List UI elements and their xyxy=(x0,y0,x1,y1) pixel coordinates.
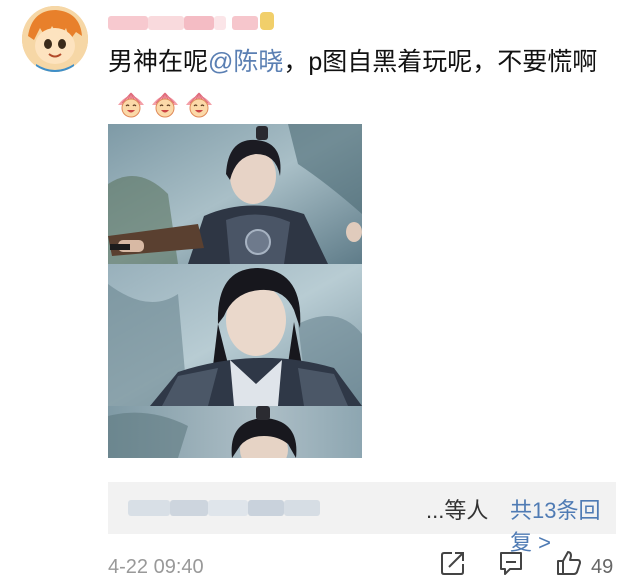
comment-timestamp: 4-22 09:40 xyxy=(108,556,204,578)
share-button[interactable] xyxy=(440,550,466,581)
laughing-fan-emoji xyxy=(118,92,144,118)
comment-button[interactable] xyxy=(498,550,524,581)
laughing-fan-emoji xyxy=(186,92,212,118)
photo-man-partial xyxy=(108,406,362,458)
avatar[interactable] xyxy=(22,6,88,72)
reply-summary[interactable]: ...等人 共13条回复 > xyxy=(108,482,616,555)
photo-man-armor-pointing xyxy=(108,124,362,264)
emoji-row xyxy=(116,83,218,123)
share-icon xyxy=(441,552,464,575)
cartoon-avatar-icon xyxy=(22,6,88,72)
mention-link[interactable]: @陈晓 xyxy=(208,48,283,76)
photo-collage[interactable] xyxy=(108,124,362,458)
like-button[interactable] xyxy=(556,550,582,581)
photo-2[interactable] xyxy=(108,264,362,406)
comment-icon xyxy=(500,552,522,575)
photo-1[interactable] xyxy=(108,124,362,264)
comment-text-prefix: 男神在呢 xyxy=(108,48,209,76)
like-count: 49 xyxy=(591,556,614,578)
username-redacted[interactable] xyxy=(108,10,274,36)
laughing-fan-emoji xyxy=(152,92,178,118)
photo-man-portrait xyxy=(108,264,362,406)
comment-text: 男神在呢@陈晓，p图自黑着玩呢，不要慌啊 xyxy=(108,42,618,123)
like-icon xyxy=(557,551,581,575)
view-replies-link[interactable]: 共13条回复 > xyxy=(510,493,616,557)
reply-usernames-redacted xyxy=(128,494,320,522)
comment-text-suffix: ，p图自黑着玩呢，不要慌啊 xyxy=(283,48,598,76)
photo-3[interactable] xyxy=(108,406,362,458)
reply-names-suffix: ...等人 xyxy=(426,498,489,523)
